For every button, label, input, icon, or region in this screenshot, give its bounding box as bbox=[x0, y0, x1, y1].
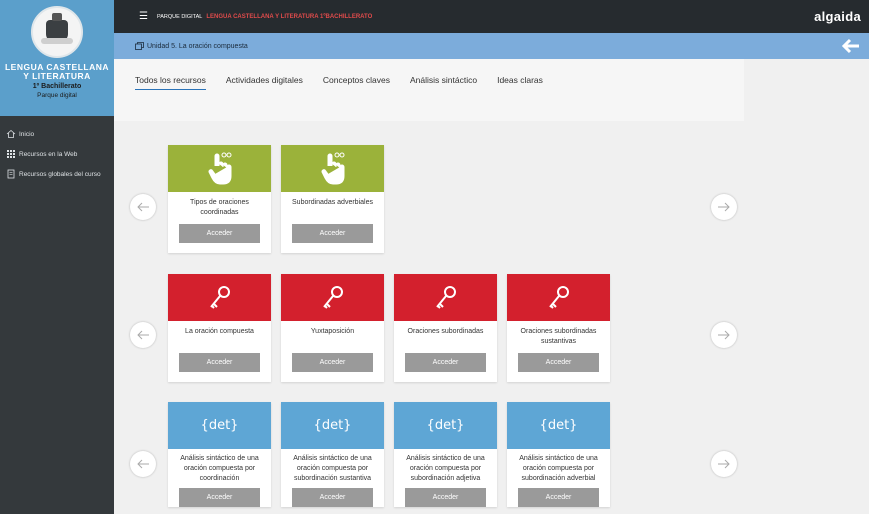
sidebar-nav: Inicio Recursos en la Web Recursos globa… bbox=[0, 116, 114, 184]
card-title: Oraciones subordinadas sustantivas bbox=[520, 328, 597, 345]
acceder-button[interactable]: Acceder bbox=[292, 488, 373, 507]
acceder-button[interactable]: Acceder bbox=[179, 488, 260, 507]
arrow-right-icon bbox=[718, 202, 730, 212]
card-header: {det} bbox=[281, 402, 384, 449]
arrow-left-icon bbox=[137, 330, 149, 340]
sidebar-item-label: Recursos globales del curso bbox=[19, 170, 101, 178]
pointer-hand-icon bbox=[208, 152, 231, 184]
copy-icon bbox=[135, 42, 144, 50]
card-title: Subordinadas adverbiales bbox=[292, 199, 373, 206]
card-header bbox=[281, 145, 384, 192]
grid-icon bbox=[7, 150, 15, 158]
unit-title: Unidad 5. La oración compuesta bbox=[147, 42, 248, 50]
carousel-next-button[interactable] bbox=[711, 322, 737, 348]
carousel-prev-button[interactable] bbox=[130, 194, 156, 220]
card-header bbox=[168, 274, 271, 321]
resource-carousels: Tipos de oraciones coordinadas Acceder S… bbox=[114, 121, 869, 514]
acceder-button[interactable]: Acceder bbox=[405, 353, 486, 372]
carousel-prev-button[interactable] bbox=[130, 451, 156, 477]
acceder-button[interactable]: Acceder bbox=[179, 353, 260, 372]
tab-ideas-claras[interactable]: Ideas claras bbox=[497, 75, 543, 90]
key-icon bbox=[548, 285, 569, 309]
sidebar: LENGUA CASTELLANA Y LITERATURA 1º Bachil… bbox=[0, 0, 114, 514]
key-icon bbox=[435, 285, 456, 309]
resource-card: La oración compuesta Acceder bbox=[168, 274, 271, 382]
carousel-next-button[interactable] bbox=[711, 451, 737, 477]
course-title: LENGUA CASTELLANA Y LITERATURA bbox=[4, 62, 110, 81]
acceder-button[interactable]: Acceder bbox=[179, 224, 260, 243]
card-header bbox=[507, 274, 610, 321]
det-icon: {det} bbox=[539, 418, 578, 433]
sidebar-item-inicio[interactable]: Inicio bbox=[0, 124, 114, 144]
sidebar-item-label: Inicio bbox=[19, 130, 35, 138]
course-subtitle: Parque digital bbox=[37, 92, 77, 99]
resource-card: {det} Análisis sintáctico de una oración… bbox=[394, 402, 497, 507]
acceder-button[interactable]: Acceder bbox=[405, 488, 486, 507]
det-icon: {det} bbox=[313, 418, 352, 433]
resource-card: {det} Análisis sintáctico de una oración… bbox=[168, 402, 271, 507]
card-header bbox=[394, 274, 497, 321]
tab-actividades-digitales[interactable]: Actividades digitales bbox=[226, 75, 303, 90]
card-title: Análisis sintáctico de una oración compu… bbox=[406, 455, 485, 482]
algaida-logo: algaida bbox=[814, 9, 861, 24]
top-bar: ☰ PARQUE DIGITAL LENGUA CASTELLANA Y LIT… bbox=[114, 0, 869, 33]
back-arrow-icon[interactable] bbox=[841, 38, 861, 54]
card-title: Análisis sintáctico de una oración compu… bbox=[519, 455, 598, 482]
card-title: Análisis sintáctico de una oración compu… bbox=[180, 455, 259, 482]
resource-card: Oraciones subordinadas Acceder bbox=[394, 274, 497, 382]
key-icon bbox=[209, 285, 230, 309]
det-icon: {det} bbox=[426, 418, 465, 433]
course-avatar bbox=[31, 6, 83, 58]
resource-card: Tipos de oraciones coordinadas Acceder bbox=[168, 145, 271, 253]
tab-todos-los-recursos[interactable]: Todos los recursos bbox=[135, 75, 206, 90]
sidebar-item-recursos-globales[interactable]: Recursos globales del curso bbox=[0, 164, 114, 184]
carousel-next-button[interactable] bbox=[711, 194, 737, 220]
card-header bbox=[168, 145, 271, 192]
arrow-left-icon bbox=[137, 202, 149, 212]
home-icon bbox=[6, 129, 16, 138]
arrow-right-icon bbox=[718, 330, 730, 340]
inkwell-icon bbox=[41, 13, 73, 44]
breadcrumb-subject[interactable]: LENGUA CASTELLANA Y LITERATURA 1ºBACHILL… bbox=[206, 14, 372, 20]
card-header: {det} bbox=[507, 402, 610, 449]
card-header: {det} bbox=[394, 402, 497, 449]
carousel-row-analisis: {det} Análisis sintáctico de una oración… bbox=[114, 402, 869, 514]
card-title: Yuxtaposición bbox=[310, 328, 355, 335]
resource-card: {det} Análisis sintáctico de una oración… bbox=[507, 402, 610, 507]
acceder-button[interactable]: Acceder bbox=[518, 488, 599, 507]
card-title: Oraciones subordinadas bbox=[407, 328, 484, 335]
carousel-row-actividades: Tipos de oraciones coordinadas Acceder S… bbox=[114, 145, 869, 260]
document-icon bbox=[7, 169, 15, 179]
resource-card: Oraciones subordinadas sustantivas Acced… bbox=[507, 274, 610, 382]
tab-analisis-sintactico[interactable]: Análisis sintáctico bbox=[410, 75, 477, 90]
key-icon bbox=[322, 285, 343, 309]
course-header: LENGUA CASTELLANA Y LITERATURA 1º Bachil… bbox=[0, 0, 114, 116]
carousel-prev-button[interactable] bbox=[130, 322, 156, 348]
tab-conceptos-claves[interactable]: Conceptos claves bbox=[323, 75, 390, 90]
pointer-hand-icon bbox=[321, 152, 344, 184]
carousel-row-conceptos: La oración compuesta Acceder Yuxtaposici… bbox=[114, 274, 869, 389]
card-title: La oración compuesta bbox=[185, 328, 254, 335]
acceder-button[interactable]: Acceder bbox=[292, 224, 373, 243]
breadcrumb-prefix: PARQUE DIGITAL bbox=[156, 13, 203, 20]
course-level: 1º Bachillerato bbox=[32, 83, 82, 90]
arrow-left-icon bbox=[137, 459, 149, 469]
resource-card: {det} Análisis sintáctico de una oración… bbox=[281, 402, 384, 507]
resource-card: Yuxtaposición Acceder bbox=[281, 274, 384, 382]
card-title: Tipos de oraciones coordinadas bbox=[190, 199, 249, 216]
arrow-right-icon bbox=[718, 459, 730, 469]
card-title: Análisis sintáctico de una oración compu… bbox=[293, 455, 372, 482]
sidebar-item-label: Recursos en la Web bbox=[19, 150, 78, 158]
unit-bar: Unidad 5. La oración compuesta bbox=[114, 33, 869, 59]
card-header: {det} bbox=[168, 402, 271, 449]
acceder-button[interactable]: Acceder bbox=[292, 353, 373, 372]
sidebar-item-recursos-web[interactable]: Recursos en la Web bbox=[0, 144, 114, 164]
resource-tabs: Todos los recursos Actividades digitales… bbox=[114, 59, 744, 121]
det-icon: {det} bbox=[200, 418, 239, 433]
hamburger-menu-icon[interactable]: ☰ bbox=[139, 11, 148, 22]
card-header bbox=[281, 274, 384, 321]
resource-card: Subordinadas adverbiales Acceder bbox=[281, 145, 384, 253]
acceder-button[interactable]: Acceder bbox=[518, 353, 599, 372]
